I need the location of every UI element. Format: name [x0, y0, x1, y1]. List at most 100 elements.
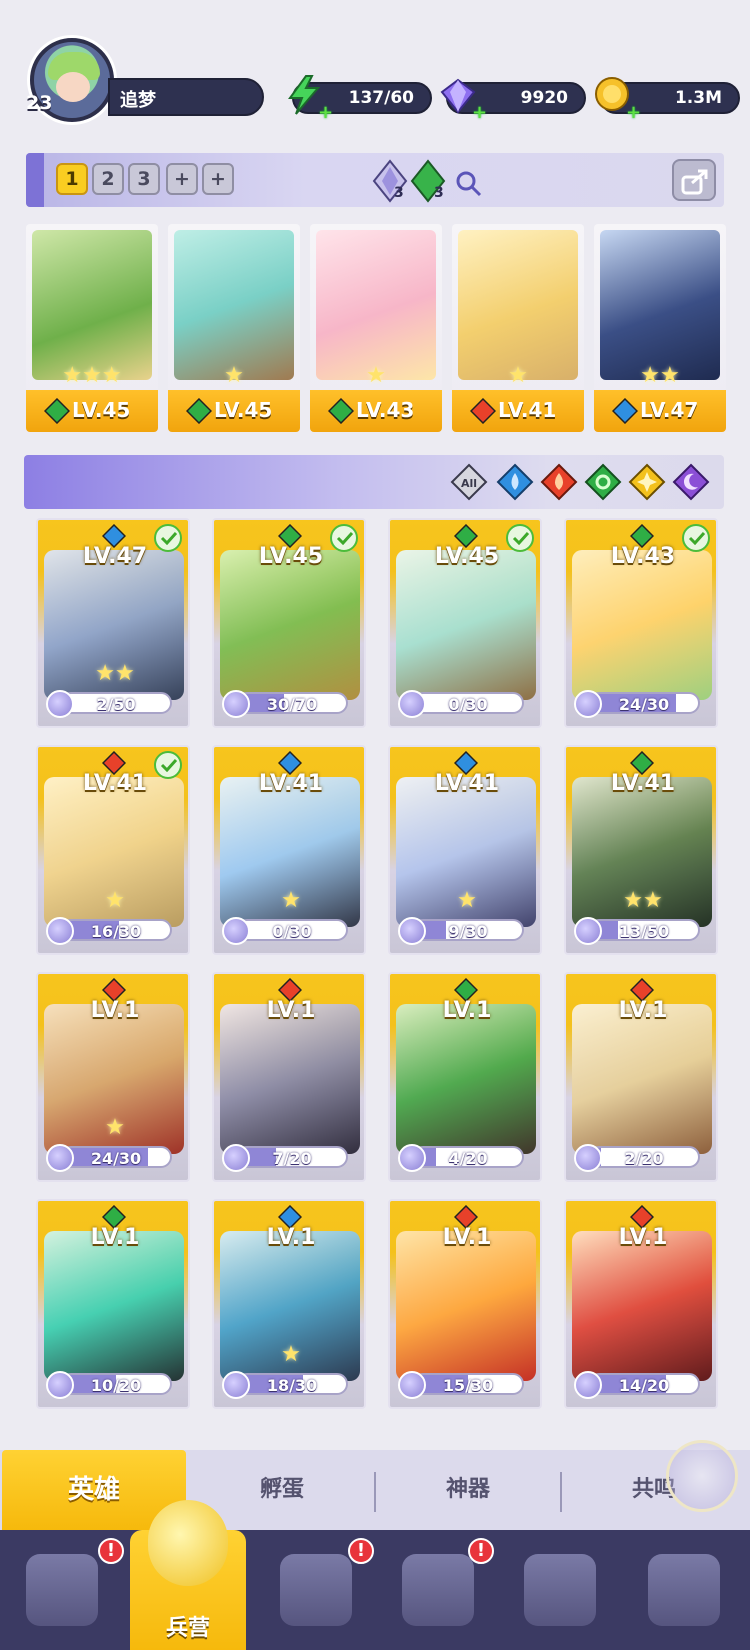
team-hero-card[interactable]: ★ LV.41 — [452, 224, 584, 432]
hero-level: LV.1 — [90, 1225, 140, 1250]
share-icon — [681, 169, 708, 195]
hero-portrait — [220, 1004, 360, 1154]
shard-count: 9/30 — [448, 922, 488, 941]
hero-card[interactable]: LV.1 ★ 24/30 — [36, 972, 190, 1182]
filter-fire-icon[interactable] — [540, 463, 578, 501]
shard-count: 15/30 — [442, 1376, 494, 1395]
check-icon — [154, 524, 182, 552]
filter-water-icon[interactable] — [496, 463, 534, 501]
hero-level: LV.41 — [258, 771, 324, 796]
shard-progress-bar: 2/20 — [588, 1146, 700, 1168]
nav-barracks[interactable]: 兵营 — [130, 1500, 246, 1650]
shrine-icon — [402, 1554, 474, 1626]
hero-stars: ★ — [281, 888, 301, 913]
check-icon — [154, 751, 182, 779]
hero-card[interactable]: LV.41 ★★ 13/50 — [564, 745, 718, 955]
notification-badge: ! — [468, 1538, 494, 1564]
notification-badge: ! — [348, 1538, 374, 1564]
shard-progress-bar: 24/30 — [588, 692, 700, 714]
hero-card[interactable]: LV.1 7/20 — [212, 972, 366, 1182]
gems-plus-icon[interactable]: + — [472, 102, 487, 123]
team-slot-2[interactable]: 2 — [92, 163, 124, 195]
hero-card[interactable]: LV.45 30/70 — [212, 518, 366, 728]
energy-plus-icon[interactable]: + — [318, 102, 333, 123]
coins-counter[interactable]: + 1.3M — [595, 77, 740, 123]
hero-portrait — [396, 550, 536, 700]
shard-icon — [222, 690, 250, 718]
hero-level: LV.41 — [610, 771, 676, 796]
filter-nature-icon[interactable] — [584, 463, 622, 501]
player-name[interactable]: 追梦 — [108, 78, 264, 116]
share-button[interactable] — [672, 159, 716, 201]
hero-card[interactable]: LV.1 15/30 — [388, 1199, 542, 1409]
hero-portrait — [458, 230, 578, 380]
hero-level: LV.1 — [618, 998, 668, 1023]
nav-guild[interactable] — [636, 1542, 732, 1638]
water-element-icon — [612, 398, 638, 424]
sparkle-button[interactable] — [666, 1440, 738, 1512]
team-slot-add-1[interactable]: + — [166, 163, 198, 195]
shard-count: 24/30 — [618, 695, 670, 714]
hero-stars: ★ — [224, 363, 244, 388]
team-slot-1[interactable]: 1 — [56, 163, 88, 195]
search-icon[interactable] — [454, 169, 484, 199]
shard-progress-bar: 9/30 — [412, 919, 524, 941]
hero-stars: ★★ — [640, 363, 680, 388]
hero-stars: ★★★ — [62, 363, 122, 388]
shard-progress-bar: 16/30 — [60, 919, 172, 941]
team-hero-card[interactable]: ★★ LV.47 — [594, 224, 726, 432]
nav-mushroom[interactable] — [512, 1542, 608, 1638]
energy-counter[interactable]: + 137/60 — [288, 75, 432, 123]
shard-count: 4/20 — [448, 1149, 488, 1168]
hero-card[interactable]: LV.1 14/20 — [564, 1199, 718, 1409]
nav-cards[interactable]: ! — [14, 1538, 124, 1638]
team-hero-card[interactable]: ★★★ LV.45 — [26, 224, 158, 432]
shard-count: 16/30 — [90, 922, 142, 941]
hero-portrait — [174, 230, 294, 380]
hero-stars: ★ — [105, 1115, 125, 1140]
team-slot-3[interactable]: 3 — [128, 163, 160, 195]
hero-card[interactable]: LV.45 0/30 — [388, 518, 542, 728]
nav-shrine[interactable]: ! — [390, 1538, 494, 1638]
hero-card[interactable]: LV.1 4/20 — [388, 972, 542, 1182]
hero-portrait — [220, 550, 360, 700]
shard-icon — [46, 917, 74, 945]
hero-stars: ★ — [281, 1342, 301, 1367]
hero-card[interactable]: LV.41 ★ 16/30 — [36, 745, 190, 955]
hero-card[interactable]: LV.1 10/20 — [36, 1199, 190, 1409]
nature-element-icon — [44, 398, 70, 424]
shard-icon — [398, 1371, 426, 1399]
filter-all-icon[interactable]: All — [450, 463, 488, 501]
hero-card[interactable]: LV.1 2/20 — [564, 972, 718, 1182]
hero-card[interactable]: LV.1 ★ 18/30 — [212, 1199, 366, 1409]
hero-card[interactable]: LV.47 ★★ 2/50 — [36, 518, 190, 728]
hero-card[interactable]: LV.43 24/30 — [564, 518, 718, 728]
gems-value: 9920 — [520, 88, 568, 108]
shard-icon — [398, 690, 426, 718]
bottom-navigation: ! 兵营 ! ! — [0, 1500, 750, 1650]
shard-icon — [398, 1144, 426, 1172]
coins-plus-icon[interactable]: + — [626, 102, 641, 123]
gems-counter[interactable]: + 9920 — [440, 78, 586, 123]
team-slot-add-2[interactable]: + — [202, 163, 234, 195]
shard-count: 18/30 — [266, 1376, 318, 1395]
shard-progress-bar: 30/70 — [236, 692, 348, 714]
shard-progress-bar: 7/20 — [236, 1146, 348, 1168]
shard-progress-bar: 4/20 — [412, 1146, 524, 1168]
fire-element-icon — [470, 398, 496, 424]
filter-light-icon[interactable] — [628, 463, 666, 501]
shard-count: 13/50 — [618, 922, 670, 941]
tab-artifacts[interactable]: 神器 — [376, 1450, 560, 1530]
team-hero-card[interactable]: ★ LV.45 — [168, 224, 300, 432]
shard-icon — [574, 690, 602, 718]
cards-icon — [26, 1554, 98, 1626]
hero-level: LV.1 — [442, 1225, 492, 1250]
nav-book[interactable]: ! — [268, 1538, 374, 1638]
hero-card[interactable]: LV.41 ★ 9/30 — [388, 745, 542, 955]
hero-stars: ★★ — [623, 888, 663, 913]
hero-level: LV.41 — [434, 771, 500, 796]
team-hero-card[interactable]: ★ LV.43 — [310, 224, 442, 432]
notification-badge: ! — [98, 1538, 124, 1564]
hero-card[interactable]: LV.41 ★ 0/30 — [212, 745, 366, 955]
filter-dark-icon[interactable] — [672, 463, 710, 501]
